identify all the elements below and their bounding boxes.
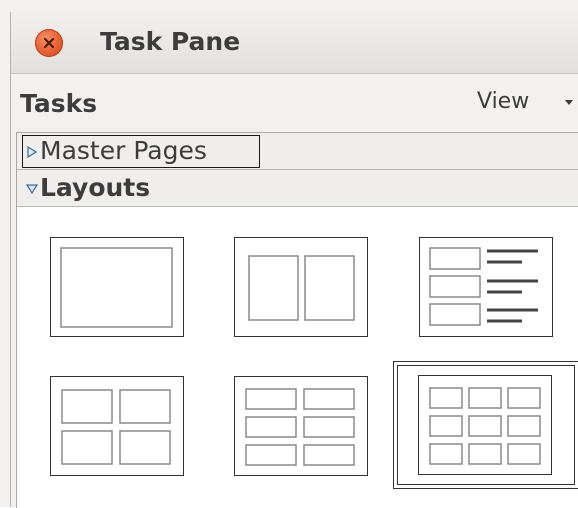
layout-nine-content-selected[interactable]: [393, 361, 578, 489]
layout-six-content[interactable]: [234, 376, 368, 476]
tasks-label: Tasks: [20, 89, 98, 118]
layout-two-content[interactable]: [234, 237, 368, 337]
layouts-grid: [17, 207, 578, 508]
view-menu-button[interactable]: View: [477, 89, 529, 114]
layout-two-content-icon: [248, 255, 355, 321]
title-bar[interactable]: Task Pane: [11, 12, 578, 74]
focus-outline: [22, 135, 260, 168]
layouts-label: Layouts: [40, 173, 151, 202]
close-button[interactable]: [35, 29, 63, 57]
collapse-triangle-icon: [26, 184, 38, 194]
layout-blank-slide[interactable]: [50, 237, 184, 337]
layout-six-content-icon: [245, 388, 355, 466]
view-dropdown-arrow-icon[interactable]: [565, 100, 573, 105]
task-pane-window: Task Pane Tasks View Master Pages Layout…: [0, 0, 578, 508]
layout-nine-content-icon: [429, 387, 541, 465]
layout-title-content-list-icon: [429, 247, 538, 326]
layout-four-content[interactable]: [50, 376, 184, 476]
layout-nine-content[interactable]: [418, 375, 552, 475]
close-icon: [43, 37, 55, 49]
tasks-toolbar: Tasks View: [11, 74, 578, 131]
task-panel: Master Pages Layouts: [16, 132, 578, 508]
window-title: Task Pane: [100, 27, 241, 56]
layout-title-content-list[interactable]: [419, 237, 553, 337]
layout-four-content-icon: [61, 389, 171, 465]
layouts-header[interactable]: Layouts: [17, 170, 578, 207]
master-pages-header[interactable]: Master Pages: [17, 133, 578, 170]
layout-blank-slide-icon: [60, 247, 173, 328]
